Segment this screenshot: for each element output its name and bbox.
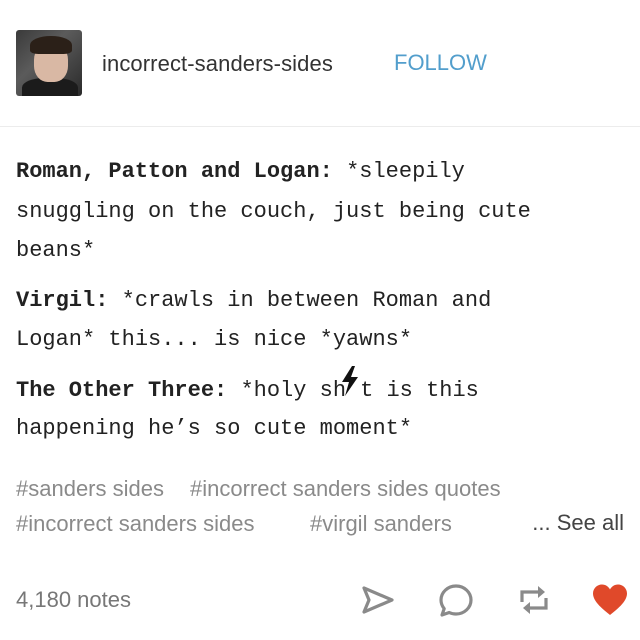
reblog-icon[interactable] [514, 580, 554, 620]
dialogue-text: *sleepily [346, 159, 465, 184]
dialogue-text: happening he’s so cute moment* [16, 416, 413, 441]
follow-button[interactable]: FOLLOW [394, 50, 487, 76]
dialogue-line: The Other Three: *holy sh t is this [16, 365, 628, 410]
notes-count[interactable]: 4,180 notes [16, 587, 131, 613]
see-all-tags-link[interactable]: ... See all [532, 510, 624, 536]
speaker-label: Roman, Patton and Logan: [16, 159, 333, 184]
dialogue-text: Logan* this... is nice *yawns* [16, 327, 413, 352]
post-body: Roman, Patton and Logan: *sleepily snugg… [16, 152, 628, 449]
dialogue-text: *crawls in between Roman and [121, 287, 492, 313]
post-footer: 4,180 notes [0, 570, 640, 630]
tag-link[interactable]: #sanders sides [16, 474, 164, 504]
dialogue-line: Roman, Patton and Logan: *sleepily [16, 152, 628, 192]
blog-avatar[interactable] [16, 30, 82, 96]
speaker-label: Virgil: [16, 287, 109, 313]
blog-name-link[interactable]: incorrect-sanders-sides [102, 51, 333, 77]
dialogue-text: *holy sh [240, 377, 347, 403]
dialogue-line: Virgil: *crawls in between Roman and [16, 281, 628, 321]
dialogue-text: beans* [16, 238, 96, 263]
reply-icon[interactable] [436, 580, 476, 620]
speaker-label: The Other Three: [16, 377, 228, 403]
header-divider [0, 126, 640, 127]
tag-link[interactable]: #virgil sanders [310, 509, 452, 539]
share-icon[interactable] [358, 580, 398, 620]
like-icon[interactable] [590, 580, 630, 620]
lightning-bolt-icon [340, 365, 360, 411]
dialogue-text: snuggling on the couch, just being cute [16, 198, 531, 224]
tag-link[interactable]: #incorrect sanders sides [16, 509, 254, 539]
dialogue-text: t is this [360, 377, 479, 403]
post-header: incorrect-sanders-sides FOLLOW [0, 0, 640, 125]
tag-link[interactable]: #incorrect sanders sides quotes [190, 474, 501, 504]
